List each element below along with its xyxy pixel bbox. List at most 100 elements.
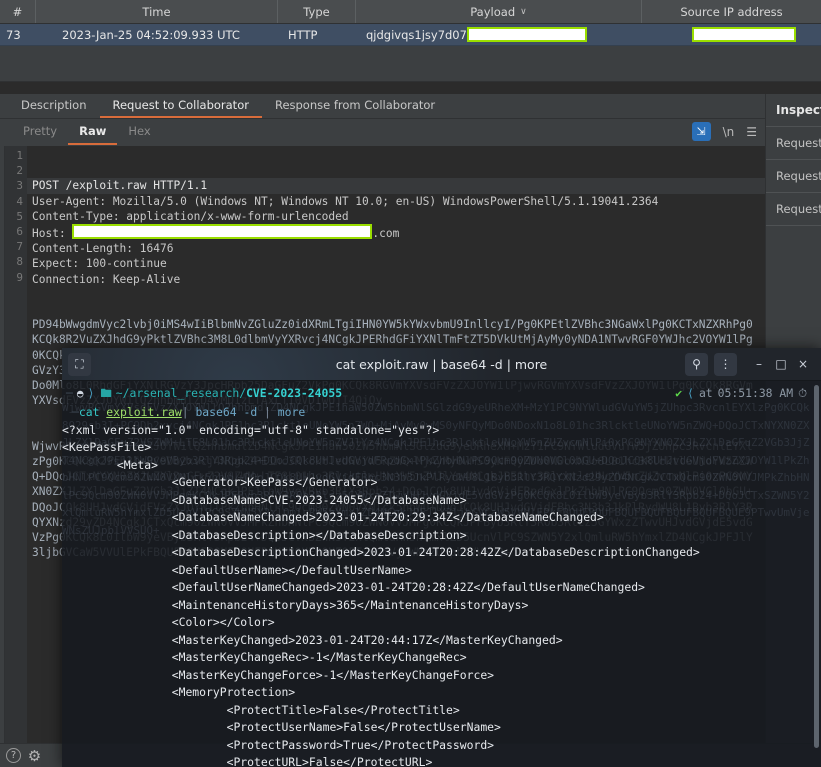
output-line: <?xml version="1.0" encoding="utf-8" sta… <box>62 422 821 440</box>
chevron-down-icon: ∨ <box>520 7 527 17</box>
minimize-button[interactable]: – <box>751 357 767 371</box>
request-line-4: Host: <box>32 227 72 240</box>
close-button[interactable]: × <box>795 357 811 371</box>
folder-icon: 🖿 <box>94 385 115 403</box>
table-empty-area <box>0 46 821 82</box>
search-icon[interactable]: ⚲ <box>685 353 708 376</box>
terminal-body[interactable]: WjwvRGVmYXVsdFVzZXJOYW1lQ2hhbmdlZD4NCgkJ… <box>62 381 821 767</box>
terminal-add-icon[interactable]: ⛶ <box>68 353 91 376</box>
request-line-5: Content-Length: 16476 <box>32 242 173 255</box>
inspector-item-request-3[interactable]: Request <box>766 193 821 226</box>
request-line-2: User-Agent: Mozilla/5.0 (Windows NT; Win… <box>32 195 658 208</box>
menu-icon[interactable]: ☰ <box>746 125 757 139</box>
newline-icon[interactable]: \n <box>723 125 735 139</box>
screen: # Time Type Payload ∨ Source IP address … <box>0 0 821 767</box>
cell-type: HTTP <box>278 24 356 45</box>
command-flag: -d <box>243 405 264 419</box>
prompt-right-chevron-icon: ⟨ <box>687 385 694 403</box>
detail-tabs: Description Request to Collaborator Resp… <box>0 94 765 119</box>
request-line-1: POST /exploit.raw HTTP/1.1 <box>27 178 765 193</box>
editor-toolbar: ⇲ \n ☰ <box>692 122 757 141</box>
output-line: <Generator>KeePass</Generator> <box>62 474 821 492</box>
inspector-item-request-2[interactable]: Request <box>766 160 821 193</box>
terminal-command-line[interactable]: ─cat exploit.raw| base64 -d | more <box>62 404 821 422</box>
request-line-4-suffix: .com <box>372 227 399 240</box>
output-line: <ProtectTitle>False</ProtectTitle> <box>62 702 821 720</box>
tab-description[interactable]: Description <box>8 95 100 118</box>
output-line: <MasterKeyChangeRec>-1</MasterKeyChangeR… <box>62 649 821 667</box>
line-number: 2 <box>5 163 23 178</box>
output-line: <MasterKeyChangeForce>-1</MasterKeyChang… <box>62 667 821 685</box>
redaction-box-source-ip <box>692 27 796 42</box>
cell-payload-text: qjdgivqs1jsy7d07 <box>366 28 467 42</box>
terminal-title-bar[interactable]: ⛶ cat exploit.raw | base64 -d | more ⚲ ⋮… <box>62 348 821 381</box>
terminal-scrollbar[interactable] <box>813 381 820 767</box>
view-mode-tabs: Pretty Raw Hex ⇲ \n ☰ <box>0 119 765 146</box>
line-number: 1 <box>5 148 23 163</box>
column-header-type[interactable]: Type <box>278 0 356 23</box>
panel-divider <box>0 82 821 94</box>
clock-icon: ⏱ <box>798 385 807 403</box>
output-line: <DatabaseDescriptionChanged>2023-01-24T2… <box>62 544 821 562</box>
column-header-time[interactable]: Time <box>36 0 278 23</box>
output-line: <DefaultUserName></DefaultUserName> <box>62 562 821 580</box>
prompt-chevron-icon: ⟩ <box>87 385 94 403</box>
column-header-payload-label: Payload <box>470 5 515 19</box>
shell-prompt: ─ ◓ ⟩ 🖿 ~/arsenal_research/CVE-2023-2405… <box>62 384 821 404</box>
command-pipe-1: | <box>182 405 189 419</box>
redaction-box-host <box>72 224 372 239</box>
column-header-source-ip[interactable]: Source IP address <box>642 0 821 23</box>
output-line: <DatabaseName>CVE-2023-24055</DatabaseNa… <box>62 492 821 510</box>
command-pager: more <box>278 405 305 419</box>
help-icon[interactable]: ? <box>6 748 21 763</box>
maximize-button[interactable]: □ <box>773 357 789 371</box>
command-pipe-2: | <box>264 405 278 419</box>
command-dash: ─ <box>72 405 79 419</box>
prompt-path: ~/arsenal_research/CVE-2023-24055 <box>116 385 342 403</box>
terminal-scrollbar-thumb[interactable] <box>814 385 819 748</box>
line-number: 4 <box>5 194 23 209</box>
terminal-window[interactable]: ⛶ cat exploit.raw | base64 -d | more ⚲ ⋮… <box>62 348 821 767</box>
terminal-titlebar-left: ⛶ <box>62 353 91 376</box>
terminal-content: ─ ◓ ⟩ 🖿 ~/arsenal_research/CVE-2023-2405… <box>62 381 821 767</box>
settings-gear-icon[interactable]: ⚙ <box>27 748 42 763</box>
tab-hex[interactable]: Hex <box>117 120 161 145</box>
output-line: <MaintenanceHistoryDays>365</Maintenance… <box>62 597 821 615</box>
output-line: <KeePassFile> <box>62 439 821 457</box>
terminal-titlebar-right: ⚲ ⋮ – □ × <box>685 353 821 376</box>
line-number-gutter: 1 2 3 4 5 6 7 8 9 <box>5 146 27 767</box>
line-number: 8 <box>5 254 23 269</box>
tab-request-to-collaborator[interactable]: Request to Collaborator <box>100 95 262 118</box>
table-row[interactable]: 73 2023-Jan-25 04:52:09.933 UTC HTTP qjd… <box>0 24 821 46</box>
tab-pretty[interactable]: Pretty <box>12 120 68 145</box>
kali-dragon-icon: ◓ <box>73 385 88 403</box>
column-header-payload[interactable]: Payload ∨ <box>356 0 642 23</box>
tab-raw[interactable]: Raw <box>68 120 117 145</box>
request-line-7: Connection: Keep-Alive <box>32 273 180 286</box>
format-icon[interactable]: ⇲ <box>692 122 711 141</box>
output-line: <Meta> <box>62 457 821 475</box>
overflow-menu-icon[interactable]: ⋮ <box>714 353 737 376</box>
cell-time: 2023-Jan-25 04:52:09.933 UTC <box>36 24 278 45</box>
request-line-8 <box>32 288 39 301</box>
prompt-path-prefix: ~/arsenal_research/ <box>116 386 246 400</box>
tab-response-from-collaborator[interactable]: Response from Collaborator <box>262 95 448 118</box>
output-line: <ProtectURL>False</ProtectURL> <box>62 754 821 767</box>
line-number: 7 <box>5 239 23 254</box>
prompt-right-status: ✔ ⟨ at 05:51:38 AM ⏱ <box>675 385 821 403</box>
inspector-title: Inspector <box>766 94 821 127</box>
line-number: 9 <box>5 270 23 285</box>
line-number: 6 <box>5 224 23 239</box>
status-ok-icon: ✔ <box>675 385 682 403</box>
output-line: <ProtectPassword>True</ProtectPassword> <box>62 737 821 755</box>
command-tool: base64 <box>189 405 244 419</box>
command-prefix: cat <box>79 405 106 419</box>
command-filename: exploit.raw <box>106 405 181 419</box>
prompt-path-current: CVE-2023-24055 <box>246 386 342 400</box>
inspector-item-request-1[interactable]: Request <box>766 127 821 160</box>
output-line: <ProtectUserName>False</ProtectUserName> <box>62 719 821 737</box>
output-line: <DefaultUserNameChanged>2023-01-24T20:28… <box>62 579 821 597</box>
output-line: <DatabaseDescription></DatabaseDescripti… <box>62 527 821 545</box>
output-line: <MemoryProtection> <box>62 684 821 702</box>
column-header-number[interactable]: # <box>0 0 36 23</box>
